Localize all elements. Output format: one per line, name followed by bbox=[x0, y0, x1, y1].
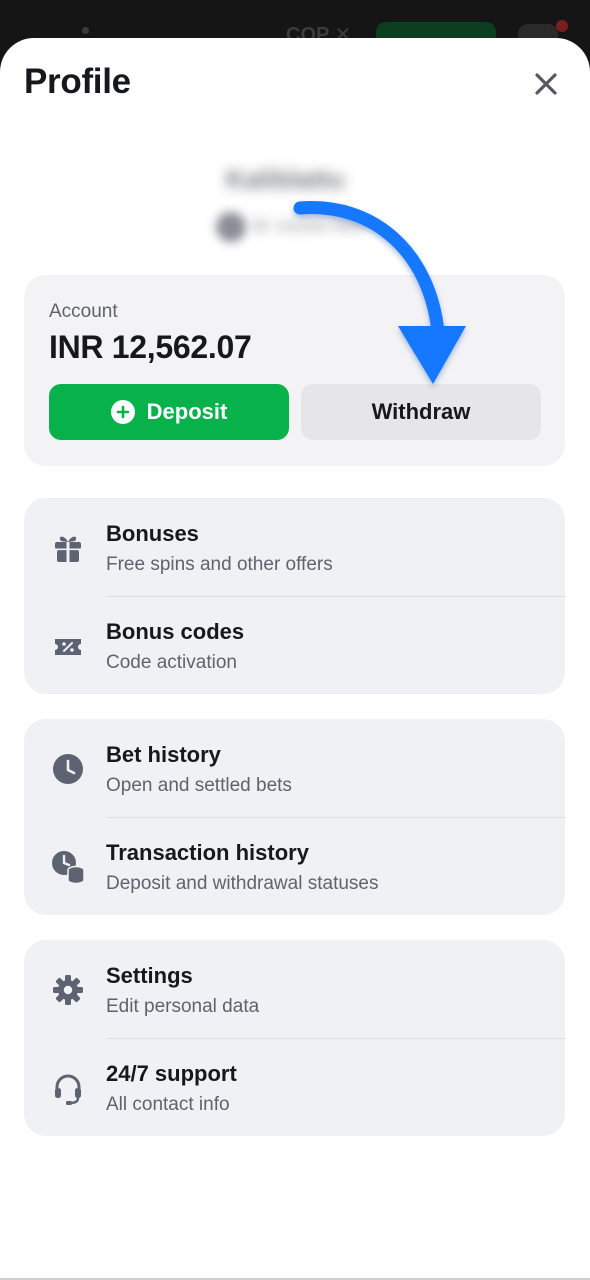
menu-item-title: Transaction history bbox=[106, 840, 309, 865]
withdraw-label: Withdraw bbox=[371, 399, 471, 424]
menu-item-subtitle: Deposit and withdrawal statuses bbox=[106, 873, 379, 894]
arrow-icon bbox=[293, 201, 466, 384]
menu-dot bbox=[82, 27, 89, 34]
menu-item-title: Settings bbox=[106, 963, 193, 988]
account-label: Account bbox=[49, 301, 118, 322]
menu-item-subtitle: Edit personal data bbox=[106, 996, 260, 1017]
menu-item-title: Bonuses bbox=[106, 521, 199, 546]
menu-item-settings[interactable]: Settings Edit personal data bbox=[24, 940, 565, 1038]
menu-group-history: Bet history Open and settled bets Transa… bbox=[24, 719, 565, 915]
close-icon bbox=[535, 73, 557, 95]
notification-dot bbox=[556, 20, 568, 32]
account-balance: INR 12,562.07 bbox=[49, 329, 252, 365]
plus-circle-icon bbox=[110, 400, 135, 424]
deposit-label: Deposit bbox=[146, 399, 228, 424]
clock-coins-icon bbox=[50, 849, 86, 885]
menu-item-subtitle: All contact info bbox=[106, 1094, 230, 1115]
menu-item-bonuses[interactable]: Bonuses Free spins and other offers bbox=[24, 498, 565, 596]
menu-group-bonuses: Bonuses Free spins and other offers Bonu… bbox=[24, 498, 565, 694]
close-button[interactable] bbox=[530, 68, 562, 100]
menu-item-title: Bonus codes bbox=[106, 619, 245, 644]
menu-item-support[interactable]: 24/7 support All contact info bbox=[24, 1038, 565, 1136]
profile-sheet: Profile Kaliblattu ID 142567893 Account … bbox=[0, 38, 590, 1280]
menu-group-account: Settings Edit personal data 24/7 support… bbox=[24, 940, 565, 1136]
menu-item-bonus-codes[interactable]: Bonus codes Code activation bbox=[24, 596, 565, 694]
menu-item-title: 24/7 support bbox=[106, 1061, 237, 1086]
username: Kaliblattu bbox=[226, 164, 345, 194]
menu-item-subtitle: Code activation bbox=[106, 652, 237, 673]
gear-icon bbox=[50, 972, 86, 1008]
page-title: Profile bbox=[24, 62, 131, 101]
user-id-icon bbox=[216, 212, 246, 242]
menu-item-transaction-history[interactable]: Transaction history Deposit and withdraw… bbox=[24, 817, 565, 915]
menu-item-title: Bet history bbox=[106, 742, 221, 767]
clock-icon bbox=[50, 751, 86, 787]
gift-icon bbox=[50, 530, 86, 566]
headset-icon bbox=[50, 1070, 86, 1106]
menu-item-bet-history[interactable]: Bet history Open and settled bets bbox=[24, 719, 565, 817]
deposit-button[interactable]: Deposit bbox=[49, 384, 289, 440]
menu-item-subtitle: Open and settled bets bbox=[106, 775, 292, 796]
coupon-icon bbox=[50, 628, 86, 664]
menu-item-subtitle: Free spins and other offers bbox=[106, 554, 333, 575]
